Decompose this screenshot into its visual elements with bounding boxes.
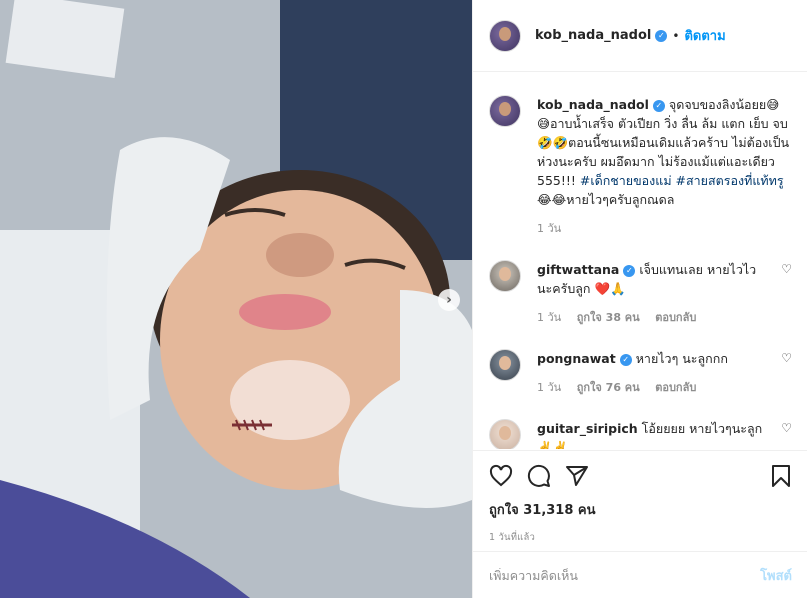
comment-body: giftwattana ✓ เจ็บแทนเลย หายไวไวนะครับลูก … [537,260,768,327]
heart-icon[interactable]: ♡ [768,349,792,397]
caption-time[interactable]: 1 วัน [537,222,561,235]
comment-username[interactable]: giftwattana [537,262,619,277]
post-button[interactable]: โพสต์ [760,565,792,586]
comment-meta: 1 วัน ถูกใจ 76 คน ตอบกลับ [537,378,768,397]
verified-badge-icon: ✓ [623,264,636,277]
comment-text: หายไวๆ นะลูกกก [635,351,728,366]
reply-button[interactable]: ตอบกลับ [655,381,696,394]
avatar[interactable] [489,19,521,52]
comment-username[interactable]: pongnawat [537,351,616,366]
share-icon[interactable] [565,464,589,488]
comment-likes[interactable]: ถูกใจ 38 คน [577,311,640,324]
heart-icon[interactable]: ♡ [768,419,792,449]
bookmark-icon[interactable] [770,464,792,488]
verified-badge-icon: ✓ [655,29,668,42]
caption-text-end: 😂😂หายไวๆครับลูกณดล [537,192,675,207]
avatar[interactable] [489,260,521,292]
post-modal: › kob_nada_nadol ✓ • ติดตาม kob_nada_nad… [0,0,807,598]
action-icons [489,463,792,489]
verified-badge-icon: ✓ [619,353,632,366]
list-item: guitar_siripich โอ้ยยยย หายไวๆนะลูก✌️✌️ ♡ [489,419,792,449]
avatar[interactable] [489,419,521,449]
separator-dot: • [672,28,680,43]
comment-body: pongnawat ✓ หายไวๆ นะลูกกก 1 วัน ถูกใจ 76 … [537,349,768,397]
post-photo[interactable]: › [0,0,472,598]
caption-meta: 1 วัน [537,219,792,238]
post-header: kob_nada_nadol ✓ • ติดตาม [473,0,807,72]
reply-button[interactable]: ตอบกลับ [655,311,696,324]
caption-username[interactable]: kob_nada_nadol [537,97,649,112]
comment-time[interactable]: 1 วัน [537,381,561,394]
comment-likes[interactable]: ถูกใจ 76 คน [577,381,640,394]
comment-time[interactable]: 1 วัน [537,311,561,324]
avatar[interactable] [489,349,521,381]
post-side-panel: kob_nada_nadol ✓ • ติดตาม kob_nada_nadol… [472,0,807,598]
likes-count[interactable]: ถูกใจ 31,318 คน [489,499,792,520]
comment-username[interactable]: guitar_siripich [537,421,638,436]
caption: kob_nada_nadol ✓ จุดจบของลิงน้อยย😅😅อาบน้ำเ… [489,95,792,238]
verified-badge-icon: ✓ [652,99,665,112]
list-item: pongnawat ✓ หายไวๆ นะลูกกก 1 วัน ถูกใจ 76 … [489,349,792,397]
follow-button[interactable]: ติดตาม [684,25,725,46]
action-bar: ถูกใจ 31,318 คน 1 วันที่แล้ว [473,450,807,545]
comment-input[interactable] [489,567,761,583]
list-item: giftwattana ✓ เจ็บแทนเลย หายไวไวนะครับลูก … [489,260,792,327]
heart-icon[interactable]: ♡ [768,260,792,327]
comment-body: guitar_siripich โอ้ยยยย หายไวๆนะลูก✌️✌️ [537,419,768,449]
chevron-right-icon[interactable]: › [438,289,460,311]
comments-list[interactable]: kob_nada_nadol ✓ จุดจบของลิงน้อยย😅😅อาบน้ำเ… [473,73,807,449]
comment-meta: 1 วัน ถูกใจ 38 คน ตอบกลับ [537,308,768,327]
heart-icon[interactable] [489,464,513,488]
caption-body: kob_nada_nadol ✓ จุดจบของลิงน้อยย😅😅อาบน้ำเ… [537,95,792,238]
avatar[interactable] [489,95,521,127]
comment-icon[interactable] [527,464,551,488]
author-username[interactable]: kob_nada_nadol [535,28,651,43]
photo-illustration [0,0,472,598]
post-timestamp[interactable]: 1 วันที่แล้ว [489,530,792,545]
caption-hashtags[interactable]: #เด็กชายของแม่ #สายสตรองที่แท้ทรู [580,173,784,188]
add-comment-bar: โพสต์ [473,551,807,598]
